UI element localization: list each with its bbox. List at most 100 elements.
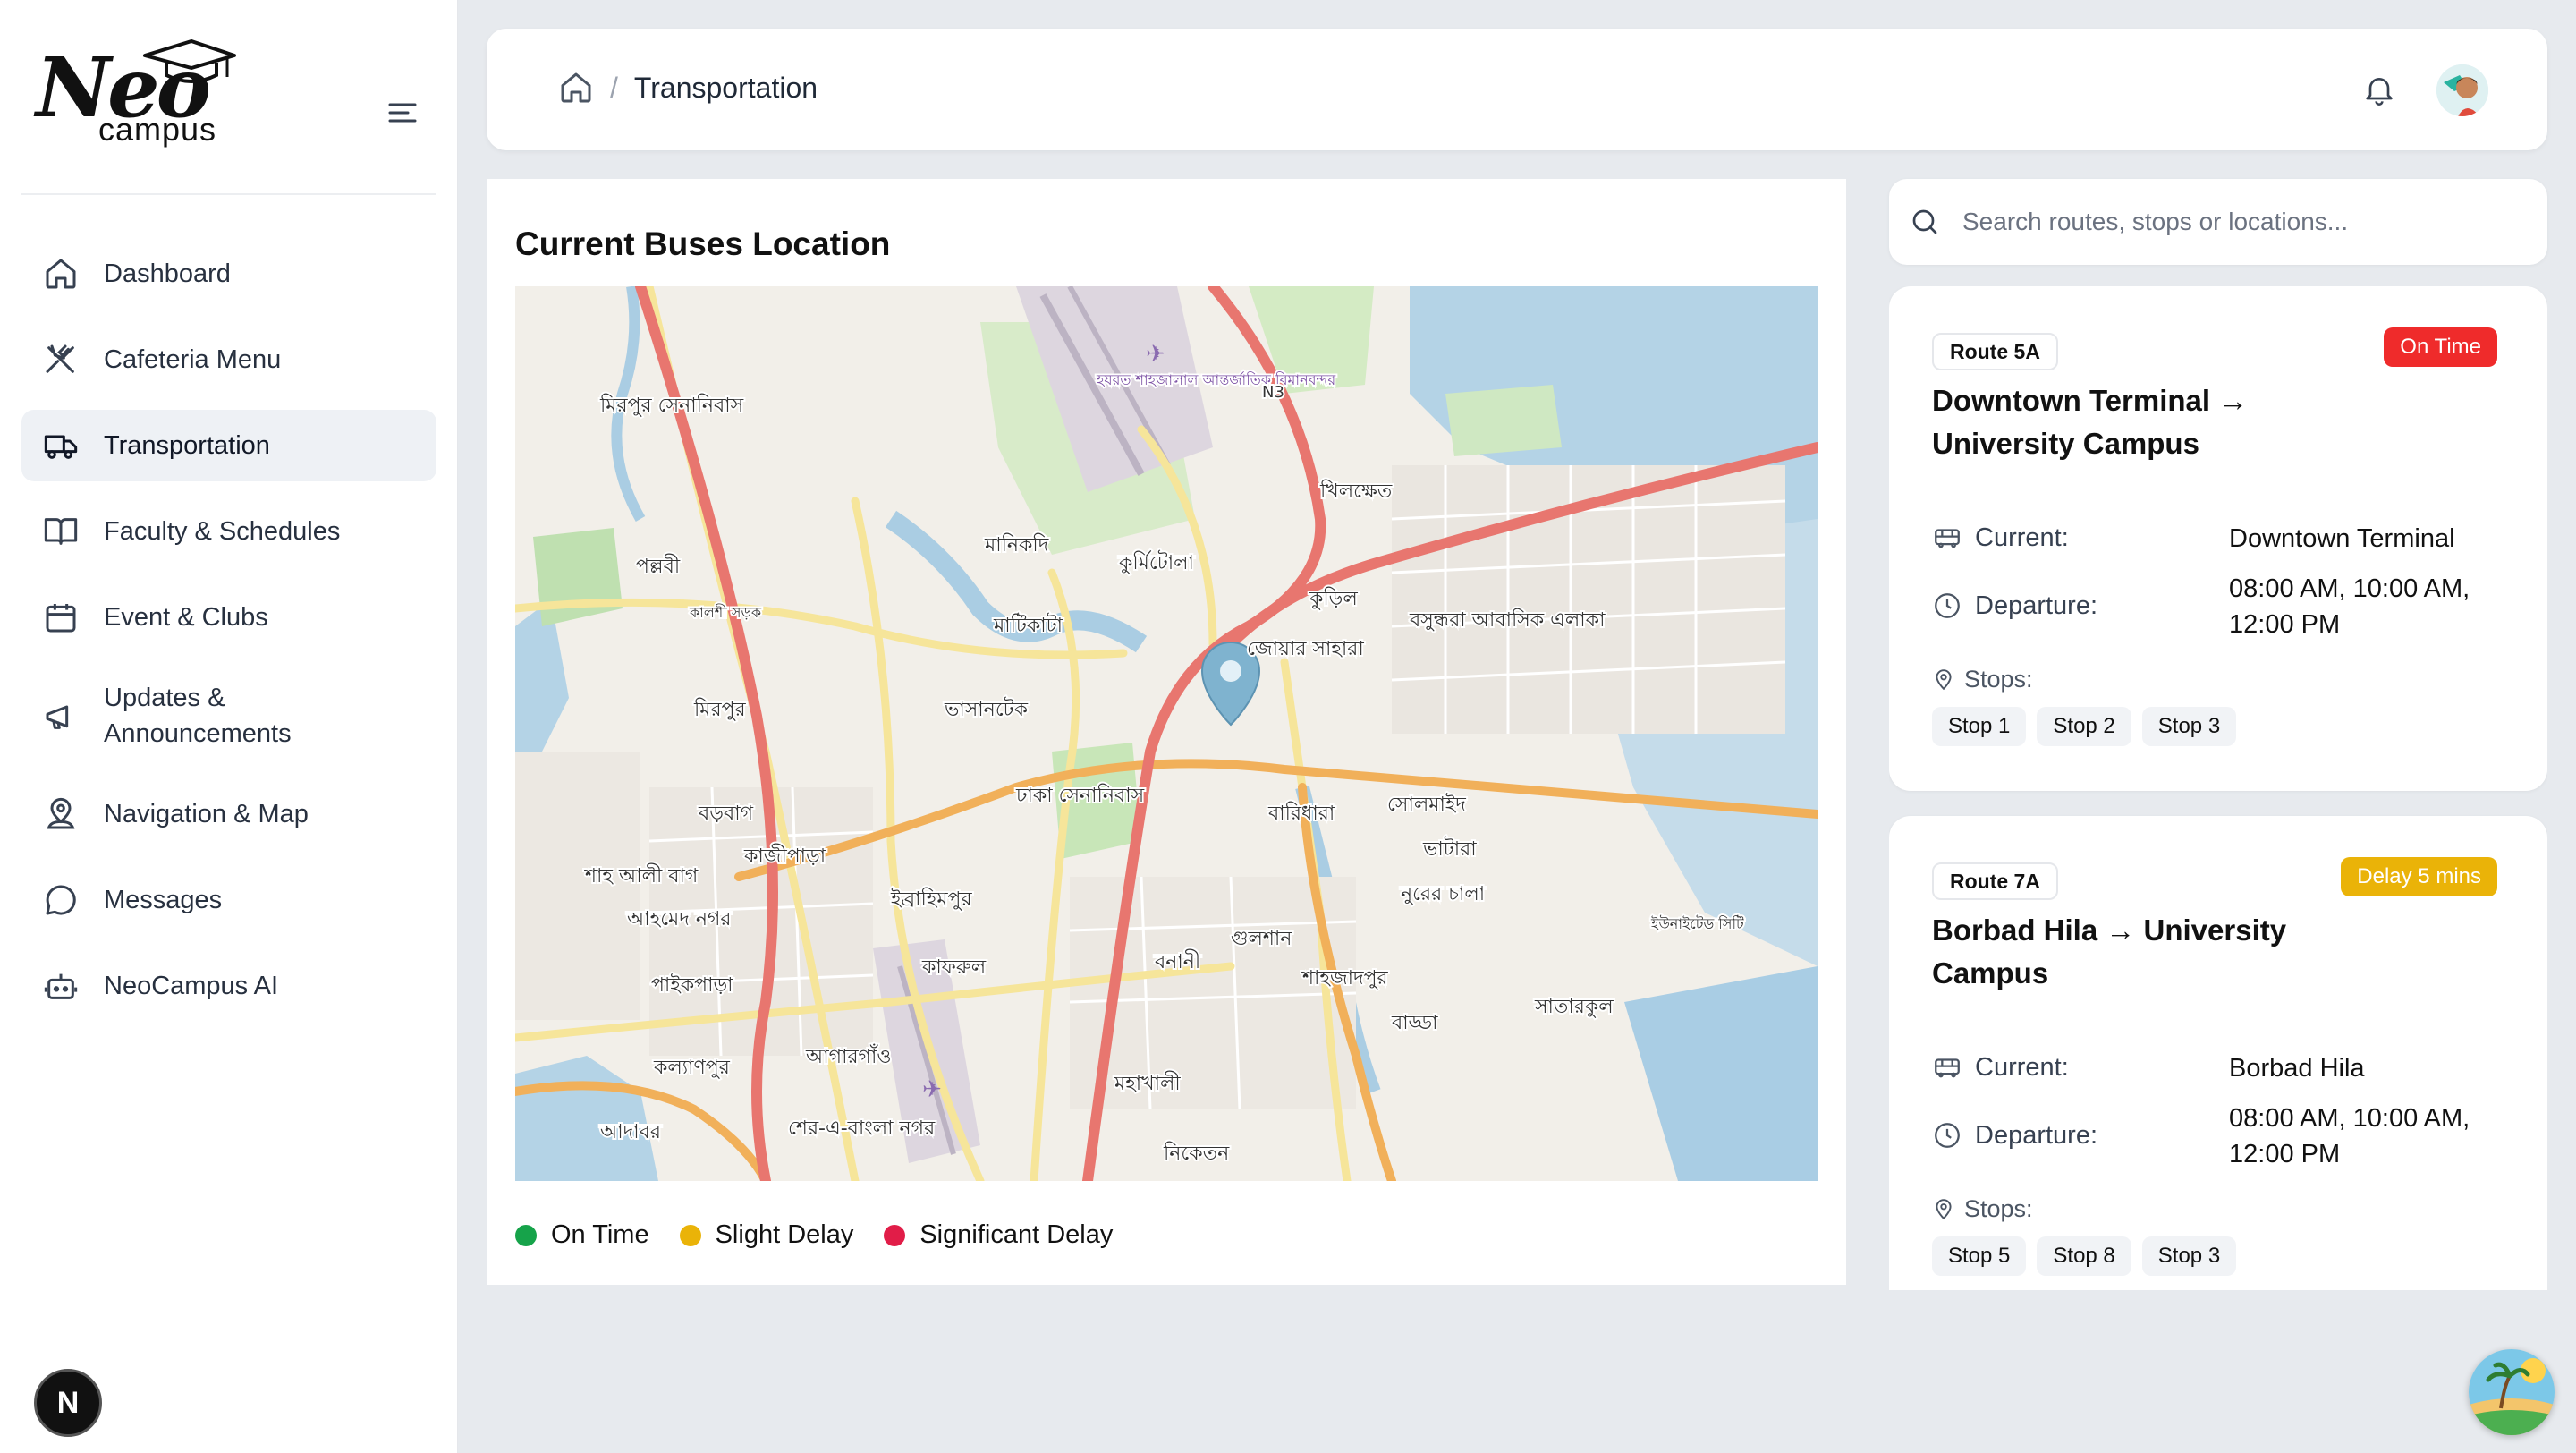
bus-icon bbox=[1935, 1058, 1960, 1078]
stops-row: Stops: bbox=[1932, 1195, 2033, 1223]
sidebar-item-transportation[interactable]: Transportation bbox=[21, 410, 436, 481]
sidebar-item-label: Navigation & Map bbox=[104, 800, 309, 828]
avatar[interactable] bbox=[2436, 64, 2488, 116]
route-card[interactable]: Route 7A Delay 5 mins Borbad Hila → Univ… bbox=[1889, 816, 2547, 1290]
sidebar-item-label: Faculty & Schedules bbox=[104, 517, 341, 546]
map-label: কাফরুল bbox=[921, 956, 987, 979]
bus-map[interactable]: মিরপুর সেনানিবাস হযরত শাহজালাল আন্তর্জাত… bbox=[515, 286, 1818, 1181]
stops-list: Stop 5 Stop 8 Stop 3 bbox=[1932, 1236, 2247, 1276]
beach-icon bbox=[2469, 1349, 2555, 1435]
map-label: আগারগাঁও bbox=[805, 1044, 892, 1068]
neocampus-logo[interactable]: Neo campus bbox=[36, 39, 250, 156]
book-open-icon bbox=[44, 518, 78, 545]
map-pin-icon bbox=[1936, 668, 1952, 690]
bell-icon[interactable] bbox=[2361, 72, 2397, 107]
utensils-icon bbox=[46, 344, 74, 373]
clock-icon bbox=[1935, 1123, 1960, 1148]
route-card[interactable]: Route 5A On Time Downtown Terminal → Uni… bbox=[1889, 286, 2547, 791]
map-label: জোয়ার সাহারা bbox=[1247, 638, 1364, 660]
sidebar-item-navigation[interactable]: Navigation & Map bbox=[21, 778, 436, 850]
legend-item-slight-delay: Slight Delay bbox=[679, 1220, 853, 1250]
sidebar-item-label: Dashboard bbox=[104, 259, 231, 288]
airport-icon: ✈ bbox=[922, 1076, 942, 1103]
map-label: নিকেতন bbox=[1163, 1142, 1230, 1165]
home-icon bbox=[46, 259, 76, 289]
map-label: শের-এ-বাংলা নগর bbox=[788, 1117, 936, 1140]
map-label: সাতারকুল bbox=[1534, 996, 1614, 1018]
legend-item-on-time: On Time bbox=[515, 1220, 649, 1250]
route-badge: Route 7A bbox=[1932, 862, 2058, 900]
chat-icon bbox=[46, 885, 76, 915]
legend-label: Significant Delay bbox=[919, 1220, 1114, 1249]
sidebar-item-events[interactable]: Event & Clubs bbox=[21, 582, 436, 653]
home-icon[interactable] bbox=[558, 70, 594, 106]
map-label: গুলশান bbox=[1231, 928, 1292, 950]
sidebar-item-label: Updates & Announcements bbox=[104, 684, 292, 748]
stop-chip[interactable]: Stop 1 bbox=[1932, 707, 2027, 746]
current-value: Downtown Terminal bbox=[2229, 524, 2455, 553]
stop-chip[interactable]: Stop 8 bbox=[2037, 1236, 2131, 1276]
map-label: বাড্ডা bbox=[1391, 1012, 1438, 1034]
map-label: বসুন্ধরা আবাসিক এলাকা bbox=[1409, 608, 1606, 632]
bus-map-panel: Current Buses Location মিরপুর সেনানিবাস … bbox=[487, 179, 1846, 1285]
stop-chip[interactable]: Stop 5 bbox=[1932, 1236, 2027, 1276]
departure-value: 08:00 AM, 10:00 AM, 12:00 PM bbox=[2229, 574, 2470, 639]
sidebar-item-updates[interactable]: Updates & Announcements bbox=[21, 667, 436, 764]
legend-label: On Time bbox=[551, 1220, 649, 1249]
search-input[interactable] bbox=[1962, 208, 2535, 236]
sidebar-item-cafeteria[interactable]: Cafeteria Menu bbox=[21, 324, 436, 395]
map-label: শাহ আলী বাগ bbox=[584, 863, 699, 888]
stops-label: Stops: bbox=[1964, 1195, 2033, 1222]
sidebar-item-label: Transportation bbox=[104, 431, 270, 460]
current-row: Current: bbox=[1932, 523, 2069, 553]
sidebar-divider bbox=[21, 193, 436, 195]
map-label: নুরের চালা bbox=[1400, 883, 1486, 905]
map-label: পাইকপাড়া bbox=[651, 973, 733, 997]
sidebar-item-label: NeoCampus AI bbox=[104, 972, 279, 1000]
search-icon bbox=[1912, 209, 1937, 234]
truck-icon bbox=[44, 435, 78, 459]
dev-tools-badge[interactable]: N bbox=[34, 1369, 102, 1437]
departure-row: Departure: bbox=[1932, 591, 2097, 621]
map-label: কুর্মিটোলা bbox=[1118, 550, 1195, 574]
map-label: ঢাকা সেনানিবাস bbox=[1015, 784, 1145, 807]
route-list: Route 5A On Time Downtown Terminal → Uni… bbox=[1889, 286, 2547, 1290]
map-label: বড়বাগ bbox=[698, 803, 754, 825]
sidebar-item-messages[interactable]: Messages bbox=[21, 864, 436, 936]
map-label: আহমেদ নগর bbox=[626, 908, 732, 930]
stops-label: Stops: bbox=[1964, 666, 2033, 693]
current-row: Current: bbox=[1932, 1052, 2069, 1083]
departure-row: Departure: bbox=[1932, 1120, 2097, 1151]
graduation-cap-icon bbox=[143, 39, 236, 83]
sidebar-item-label: Event & Clubs bbox=[104, 603, 268, 632]
bus-icon bbox=[1935, 529, 1960, 548]
sidebar-item-faculty[interactable]: Faculty & Schedules bbox=[21, 496, 436, 567]
megaphone-icon bbox=[46, 705, 69, 729]
sidebar: Neo campus Dashboard Cafeteria Menu Tran… bbox=[0, 0, 458, 1453]
top-header: / Transportation bbox=[487, 29, 2547, 150]
map-label: ইব্রাহিমপুর bbox=[890, 888, 972, 911]
menu-toggle-icon[interactable] bbox=[386, 97, 419, 129]
map-label: ভাসানটেক bbox=[944, 697, 1029, 721]
map-label: বারিধারা bbox=[1267, 802, 1335, 825]
legend-item-significant-delay: Significant Delay bbox=[884, 1220, 1113, 1250]
panel-title: Current Buses Location bbox=[515, 225, 891, 262]
route-title: Borbad Hila → University Campus bbox=[1932, 913, 2287, 990]
airport-icon: ✈ bbox=[1146, 341, 1165, 368]
stops-row: Stops: bbox=[1932, 666, 2033, 693]
stop-chip[interactable]: Stop 3 bbox=[2141, 707, 2237, 746]
route-title: Downtown Terminal → University Campus bbox=[1932, 384, 2249, 460]
current-value: Borbad Hila bbox=[2229, 1054, 2365, 1083]
sidebar-item-ai[interactable]: NeoCampus AI bbox=[21, 950, 436, 1022]
map-tiles: মিরপুর সেনানিবাস হযরত শাহজালাল আন্তর্জাত… bbox=[515, 286, 1818, 1181]
sidebar-item-dashboard[interactable]: Dashboard bbox=[21, 238, 436, 310]
robot-icon bbox=[44, 973, 78, 999]
map-label: সোলমাইদ bbox=[1387, 793, 1466, 816]
map-label: আদাবর bbox=[599, 1121, 662, 1143]
stop-chip[interactable]: Stop 2 bbox=[2037, 707, 2131, 746]
map-pin-user-icon bbox=[47, 797, 75, 829]
assistant-launcher[interactable] bbox=[2469, 1349, 2555, 1435]
stop-chip[interactable]: Stop 3 bbox=[2141, 1236, 2237, 1276]
calendar-icon bbox=[46, 604, 76, 633]
map-pin-icon bbox=[1936, 1198, 1952, 1219]
